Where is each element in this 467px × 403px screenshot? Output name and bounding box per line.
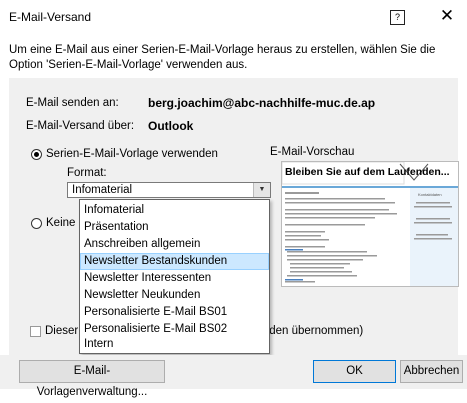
- format-combobox[interactable]: Infomaterial ▼: [67, 182, 271, 198]
- send-via-value: Outlook: [148, 119, 194, 133]
- dialog-title: E-Mail-Versand: [9, 10, 92, 24]
- format-option-highlighted[interactable]: Newsletter Bestandskunden: [80, 253, 269, 270]
- preview-label: E-Mail-Vorschau: [270, 146, 355, 158]
- format-dropdown-list[interactable]: Infomaterial Präsentation Anschreiben al…: [79, 199, 270, 354]
- checkbox-label-left[interactable]: Dieser: [45, 325, 78, 337]
- format-option[interactable]: Intern: [80, 336, 269, 353]
- format-label: Format:: [67, 167, 107, 179]
- intro-text: Um eine E-Mail aus einer Serien-E-Mail-V…: [9, 44, 436, 71]
- format-option[interactable]: Präsentation: [80, 219, 269, 236]
- chevron-down-icon[interactable]: ▼: [253, 183, 270, 197]
- format-option[interactable]: Infomaterial: [80, 202, 269, 219]
- none-radio-label[interactable]: Keine: [46, 217, 75, 229]
- help-icon[interactable]: ?: [390, 10, 405, 25]
- send-via-label: E-Mail-Versand über:: [26, 120, 135, 132]
- radio-dot: [34, 152, 39, 157]
- format-option[interactable]: Newsletter Neukunden: [80, 287, 269, 304]
- template-radio-label[interactable]: Serien-E-Mail-Vorlage verwenden: [46, 148, 218, 160]
- send-to-label: E-Mail senden an:: [26, 97, 119, 109]
- none-radio[interactable]: [31, 218, 42, 229]
- format-option[interactable]: Anschreiben allgemein: [80, 236, 269, 253]
- email-preview: Bleiben Sie auf dem Laufenden... Kontakt…: [281, 161, 459, 287]
- close-icon[interactable]: ✕: [437, 6, 457, 26]
- format-combobox-value: Infomaterial: [72, 184, 133, 196]
- preview-side-heading: Kontaktdaten: [418, 192, 442, 197]
- format-option[interactable]: Personalisierte E-Mail BS01: [80, 304, 269, 321]
- format-option[interactable]: Newsletter Interessenten: [80, 270, 269, 287]
- template-management-button[interactable]: E-Mail-Vorlagenverwaltung...: [19, 360, 165, 398]
- cancel-button[interactable]: Abbrechen: [400, 360, 463, 383]
- template-radio[interactable]: [31, 149, 42, 160]
- preview-thumbnail: [282, 162, 458, 286]
- apply-checkbox[interactable]: [30, 326, 41, 337]
- send-to-value: berg.joachim@abc-nachhilfe-muc.de.ap: [148, 96, 376, 110]
- ok-button[interactable]: OK: [313, 360, 396, 383]
- checkbox-label-right: erden übernommen): [259, 325, 364, 337]
- preview-headline: Bleiben Sie auf dem Laufenden...: [285, 166, 450, 178]
